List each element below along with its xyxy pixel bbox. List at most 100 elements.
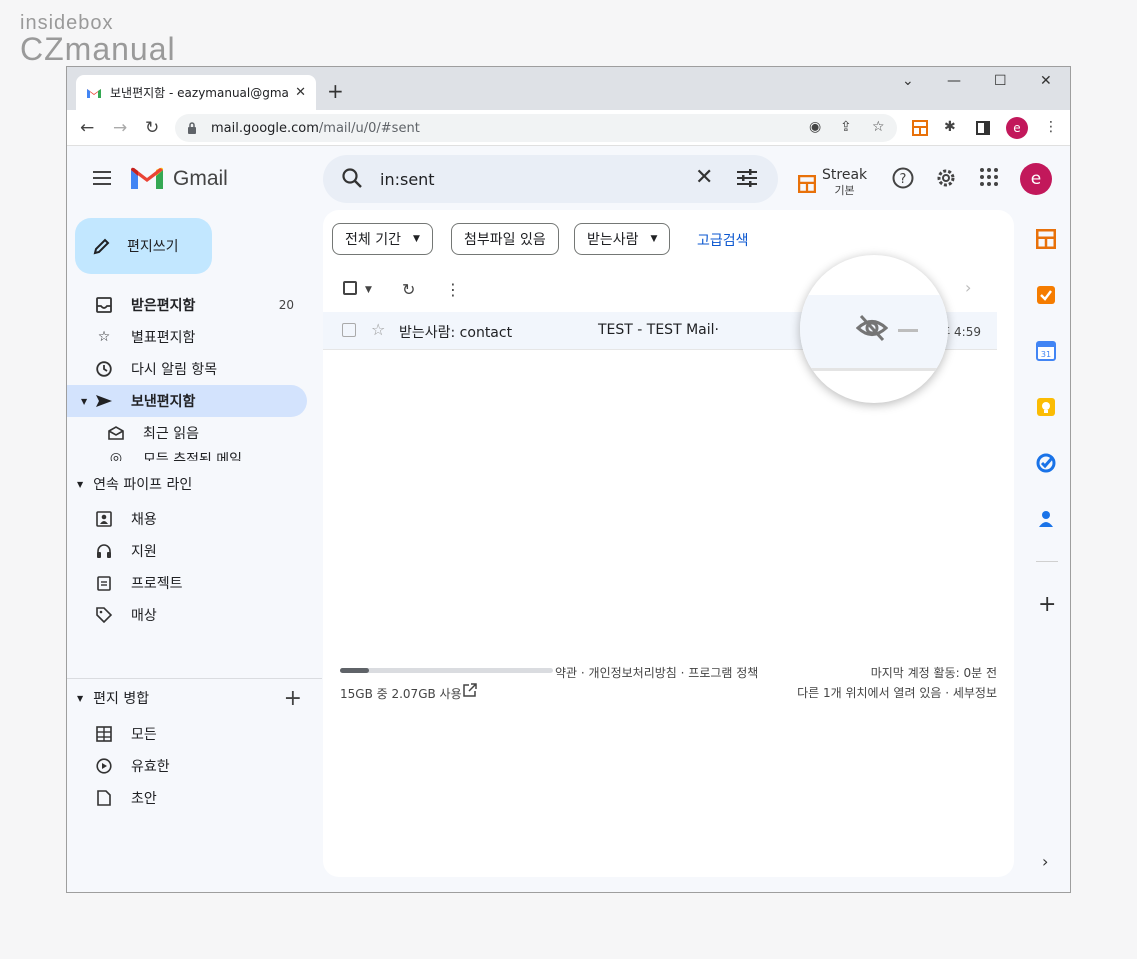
contacts-person-icon[interactable] <box>1036 509 1056 529</box>
settings-gear-icon[interactable] <box>935 167 957 189</box>
add-addon-icon[interactable]: + <box>1038 592 1056 617</box>
next-page-icon[interactable]: › <box>965 278 971 297</box>
select-all-checkbox[interactable] <box>343 280 357 299</box>
main-menu-icon[interactable] <box>93 171 111 185</box>
browser-menu-icon[interactable]: ⋮ <box>1044 119 1058 135</box>
compose-button[interactable]: 편지쓰기 <box>75 218 212 274</box>
browser-profile-avatar[interactable]: e <box>1006 117 1028 139</box>
merge-section-header[interactable]: ▼ 편지 병합 + <box>67 682 322 714</box>
address-bar[interactable]: mail.google.com/mail/u/0/#sent <box>175 114 897 142</box>
extensions-puzzle-icon[interactable]: ✱ <box>944 119 956 135</box>
tab-search-icon[interactable]: ⌄ <box>902 73 914 89</box>
pipeline-header-label: 연속 파이프 라인 <box>93 477 193 493</box>
sidebar-item-label: 프로젝트 <box>131 576 183 592</box>
streak-button[interactable]: Streak 기본 <box>798 168 867 198</box>
streak-icon <box>798 174 816 193</box>
row-subject: TEST - TEST Mail· <box>598 322 719 338</box>
magnifier-dash <box>898 329 918 332</box>
gmail-favicon-icon <box>87 88 101 98</box>
pipeline-section-header[interactable]: ▼ 연속 파이프 라인 <box>67 468 322 500</box>
tasks-circle-icon[interactable] <box>1036 453 1056 473</box>
sidebar-item-sales[interactable]: 매상 <box>67 599 322 631</box>
help-icon[interactable]: ? <box>892 167 914 189</box>
streak-extension-icon[interactable] <box>912 120 928 136</box>
clock-icon <box>95 360 113 378</box>
side-panel-icon[interactable] <box>976 121 990 135</box>
dropdown-caret-icon: ▼ <box>412 234 420 244</box>
sidebar-item-inbox[interactable]: 받은편지함 20 <box>67 289 322 321</box>
title-bar: 보낸편지함 - eazymanual@gma ✕ + ⌄ — ☐ ✕ <box>67 67 1070 110</box>
sidebar-item-label: 별표편지함 <box>131 330 196 346</box>
row-star-icon[interactable]: ☆ <box>371 320 385 339</box>
send-icon <box>95 392 113 410</box>
privacy-eye-icon[interactable]: ◉ <box>809 119 821 135</box>
tasks-check-icon[interactable] <box>1036 285 1056 305</box>
sidebar-item-recently-read[interactable]: 최근 읽음 <box>67 417 322 449</box>
gmail-wordmark: Gmail <box>173 167 228 190</box>
filter-recipient-chip[interactable]: 받는사람 ▼ <box>574 223 671 255</box>
magnifier-callout <box>800 255 948 403</box>
sidebar-item-label: 보낸편지함 <box>131 394 196 410</box>
merge-list: 모든 유효한 초안 <box>67 718 322 814</box>
sidebar-nav: 받은편지함 20 ☆ 별표편지함 다시 알림 항목 ▼ 보낸편지함 최근 읽음 … <box>67 289 322 461</box>
sidebar-item-sent[interactable]: ▼ 보낸편지함 <box>67 385 307 417</box>
share-icon[interactable]: ⇪ <box>840 119 852 135</box>
back-icon[interactable]: ← <box>80 118 94 138</box>
filter-attachment-chip[interactable]: 첨부파일 있음 <box>451 223 559 255</box>
open-external-icon[interactable] <box>463 683 477 697</box>
refresh-icon[interactable]: ↻ <box>402 280 415 299</box>
sidebar-item-active[interactable]: 유효한 <box>67 750 322 782</box>
expand-panel-chevron-icon[interactable]: › <box>1042 852 1048 871</box>
sidebar-item-starred[interactable]: ☆ 별표편지함 <box>67 321 322 353</box>
sidebar-item-label: 모든 추적된 메일 <box>143 452 243 461</box>
add-merge-icon[interactable]: + <box>284 686 302 711</box>
clipboard-icon <box>95 574 113 592</box>
more-options-icon[interactable]: ⋮ <box>445 280 461 299</box>
sidebar-item-project[interactable]: 프로젝트 <box>67 567 322 599</box>
session-details-link[interactable]: 다른 1개 위치에서 열려 있음 · 세부정보 <box>797 684 997 701</box>
advanced-search-link[interactable]: 고급검색 <box>697 230 749 250</box>
sidebar-item-snoozed[interactable]: 다시 알림 항목 <box>67 353 322 385</box>
sidebar-item-drafts[interactable]: 초안 <box>67 782 322 814</box>
minimize-button[interactable]: — <box>947 73 961 89</box>
eye-icon: ◎ <box>109 450 123 461</box>
search-icon[interactable] <box>341 167 363 189</box>
select-dropdown-icon[interactable]: ▼ <box>365 285 372 295</box>
sidebar-item-hiring[interactable]: 채용 <box>67 503 322 535</box>
storage-fill <box>340 668 370 673</box>
footer-links[interactable]: 약관 · 개인정보처리방침 · 프로그램 정책 <box>555 664 758 681</box>
inbox-count: 20 <box>278 298 294 312</box>
sidebar-item-support[interactable]: 지원 <box>67 535 322 567</box>
watermark-bottom: CZmanual <box>20 31 176 67</box>
document-icon <box>95 789 113 807</box>
browser-tab[interactable]: 보낸편지함 - eazymanual@gma ✕ <box>76 75 316 110</box>
sidebar-item-label: 최근 읽음 <box>143 426 199 442</box>
search-bar[interactable]: in:sent ✕ <box>323 155 778 203</box>
calendar-icon[interactable]: 31 <box>1036 341 1056 361</box>
close-window-button[interactable]: ✕ <box>1040 73 1052 89</box>
apps-grid-icon[interactable] <box>979 167 999 187</box>
clear-search-icon[interactable]: ✕ <box>695 165 713 190</box>
search-input[interactable]: in:sent <box>380 170 435 189</box>
expand-caret-icon[interactable]: ▼ <box>81 397 87 406</box>
bookmark-star-icon[interactable]: ☆ <box>872 119 885 135</box>
forward-icon[interactable]: → <box>113 118 127 138</box>
keep-bulb-icon[interactable] <box>1036 397 1056 417</box>
side-apps-panel: 31 + › <box>1022 147 1070 892</box>
headset-icon <box>95 542 113 560</box>
sidebar-item-all[interactable]: 모든 <box>67 718 322 750</box>
sidebar-item-label: 모든 <box>131 727 157 743</box>
tab-close-icon[interactable]: ✕ <box>295 85 306 100</box>
search-options-icon[interactable] <box>737 169 757 187</box>
row-checkbox[interactable] <box>342 323 356 337</box>
url-host: mail.google.com <box>211 120 319 136</box>
streak-sublabel: 기본 <box>834 184 855 197</box>
streak-side-icon[interactable] <box>1036 229 1056 249</box>
maximize-button[interactable]: ☐ <box>994 73 1007 89</box>
filter-date-chip[interactable]: 전체 기간 ▼ <box>332 223 433 255</box>
sidebar-item-label: 다시 알림 항목 <box>131 362 218 378</box>
sidebar-item-all-tracked[interactable]: ◎ 모든 추적된 메일 <box>67 449 322 461</box>
new-tab-button[interactable]: + <box>327 79 344 103</box>
reload-icon[interactable]: ↻ <box>145 118 159 138</box>
sidebar-item-label: 매상 <box>131 608 157 624</box>
